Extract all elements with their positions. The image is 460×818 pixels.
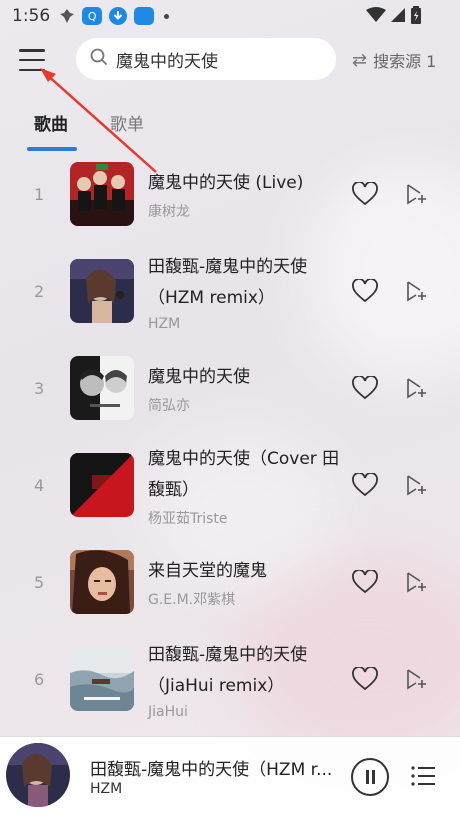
- song-artist: 康树龙: [148, 204, 190, 220]
- favorite-heart-icon[interactable]: [352, 472, 378, 497]
- tab-playlists[interactable]: 歌单: [110, 110, 144, 135]
- album-cover: [70, 356, 134, 420]
- song-text: 来自天堂的魔鬼 G.E.M.邓紫棋: [148, 534, 348, 631]
- status-time: 1:56: [12, 6, 51, 26]
- swap-icon: ⇄: [352, 49, 368, 71]
- wifi-icon: [366, 7, 386, 27]
- now-playing-artist: HZM: [90, 781, 123, 797]
- favorite-heart-icon[interactable]: [352, 569, 378, 594]
- favorite-heart-icon[interactable]: [352, 278, 378, 303]
- album-cover: [70, 259, 134, 323]
- song-title: 来自天堂的魔鬼: [148, 561, 267, 581]
- add-to-playlist-icon[interactable]: [404, 279, 428, 303]
- add-to-playlist-icon[interactable]: [404, 182, 428, 206]
- game-controller-icon: [58, 7, 76, 25]
- add-to-playlist-icon[interactable]: [404, 570, 428, 594]
- now-playing-cover[interactable]: [6, 743, 70, 807]
- song-artist: 简弘亦: [148, 398, 190, 414]
- album-cover: [70, 162, 134, 226]
- song-list: 1 魔鬼中的天使 (Live) 康树龙 2 田馥甄-魔鬼中的天使（HZM rem…: [0, 146, 460, 728]
- search-input[interactable]: 魔鬼中的天使: [76, 38, 336, 80]
- song-artist: G.E.M.邓紫棋: [148, 592, 236, 608]
- album-cover: [70, 647, 134, 711]
- song-text: 田馥甄-魔鬼中的天使（JiaHui remix） JiaHui: [148, 631, 348, 728]
- song-artist: 杨亚茹Triste: [148, 510, 228, 527]
- tab-songs[interactable]: 歌曲: [34, 110, 68, 135]
- list-item[interactable]: 1 魔鬼中的天使 (Live) 康树龙: [0, 146, 460, 243]
- song-text: 田馥甄-魔鬼中的天使（HZM remix） HZM: [148, 243, 348, 340]
- list-item[interactable]: 6 田馥甄-魔鬼中的天使（JiaHui remix） JiaHui: [0, 631, 460, 728]
- song-index: 4: [34, 476, 45, 495]
- search-query-text: 魔鬼中的天使: [116, 51, 218, 72]
- add-to-playlist-icon[interactable]: [404, 667, 428, 691]
- battery-icon: [410, 6, 422, 28]
- list-item[interactable]: 4 魔鬼中的天使（Cover 田馥甄） 杨亚茹Triste: [0, 437, 460, 534]
- song-text: 魔鬼中的天使（Cover 田馥甄） 杨亚茹Triste: [148, 437, 348, 534]
- album-cover: [70, 453, 134, 517]
- song-index: 1: [34, 185, 45, 204]
- song-index: 2: [34, 282, 45, 301]
- status-bar: 1:56 Q: [0, 0, 460, 32]
- menu-icon-line: [19, 49, 45, 52]
- song-title: 田馥甄-魔鬼中的天使（HZM remix）: [148, 256, 308, 308]
- app-notification-icon-2: [134, 7, 155, 25]
- song-index: 3: [34, 379, 45, 398]
- search-icon: [90, 48, 108, 70]
- song-text: 魔鬼中的天使 (Live) 康树龙: [148, 146, 348, 243]
- search-source-label: 搜索源 1: [373, 52, 437, 71]
- album-cover: [70, 550, 134, 614]
- song-text: 魔鬼中的天使 简弘亦: [148, 340, 348, 437]
- song-title: 魔鬼中的天使 (Live): [148, 173, 304, 193]
- song-artist: HZM: [148, 315, 181, 332]
- add-to-playlist-icon[interactable]: [404, 473, 428, 497]
- list-item[interactable]: 2 田馥甄-魔鬼中的天使（HZM remix） HZM: [0, 243, 460, 340]
- song-index: 5: [34, 573, 45, 592]
- song-title: 魔鬼中的天使（Cover 田馥甄）: [148, 448, 340, 500]
- playlist-queue-icon[interactable]: [410, 763, 436, 789]
- song-title: 魔鬼中的天使: [148, 367, 250, 387]
- favorite-heart-icon[interactable]: [352, 666, 378, 691]
- song-title: 田馥甄-魔鬼中的天使（JiaHui remix）: [148, 644, 308, 696]
- search-source-button[interactable]: ⇄ 搜索源 1: [352, 48, 436, 72]
- menu-icon-line: [19, 58, 45, 62]
- add-to-playlist-icon[interactable]: [404, 376, 428, 400]
- app-notification-icon: Q: [82, 7, 103, 25]
- download-icon: [108, 6, 128, 26]
- now-playing-bar[interactable]: 田馥甄-魔鬼中的天使（HZM r... HZM: [0, 736, 460, 818]
- song-index: 6: [34, 670, 45, 689]
- list-item[interactable]: 5 来自天堂的魔鬼 G.E.M.邓紫棋: [0, 534, 460, 631]
- more-notifications-dot: [164, 13, 170, 19]
- menu-button[interactable]: [16, 46, 48, 74]
- now-playing-title: 田馥甄-魔鬼中的天使（HZM r...: [90, 760, 333, 780]
- favorite-heart-icon[interactable]: [352, 181, 378, 206]
- favorite-heart-icon[interactable]: [352, 375, 378, 400]
- song-artist: JiaHui: [148, 703, 188, 720]
- signal-icon: [390, 7, 406, 27]
- list-item[interactable]: 3 魔鬼中的天使 简弘亦: [0, 340, 460, 437]
- menu-icon-line: [19, 68, 45, 71]
- pause-button[interactable]: [351, 758, 389, 796]
